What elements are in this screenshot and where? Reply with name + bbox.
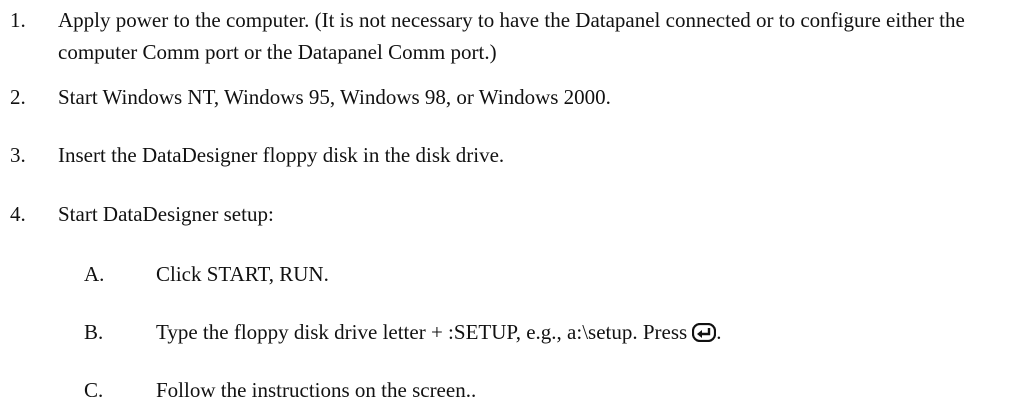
step-number: 4. bbox=[10, 202, 26, 226]
substep-letter: B. bbox=[84, 320, 104, 344]
substep-trailing: . bbox=[716, 320, 722, 344]
step-text: Apply power to the computer. (It is not … bbox=[58, 8, 965, 64]
step-text: Start DataDesigner setup: bbox=[58, 202, 274, 226]
step-number: 2. bbox=[10, 85, 26, 109]
substep-text: Type the floppy disk drive letter + :SET… bbox=[156, 320, 688, 344]
enter-key-icon bbox=[692, 323, 717, 342]
substep-text: Click START, RUN. bbox=[156, 262, 329, 286]
instruction-document: 1. Apply power to the computer. (It is n… bbox=[0, 0, 1011, 402]
substep-letter: A. bbox=[84, 262, 105, 286]
step-number: 1. bbox=[10, 8, 26, 32]
substep-letter: C. bbox=[84, 378, 104, 402]
substep-text-line: Type the floppy disk drive letter + :SET… bbox=[156, 320, 721, 344]
step-number: 3. bbox=[10, 143, 26, 167]
step-text: Insert the DataDesigner floppy disk in t… bbox=[58, 143, 505, 167]
substep-text: Follow the instructions on the screen.. bbox=[156, 378, 477, 402]
step-text: Start Windows NT, Windows 95, Windows 98… bbox=[58, 85, 611, 109]
